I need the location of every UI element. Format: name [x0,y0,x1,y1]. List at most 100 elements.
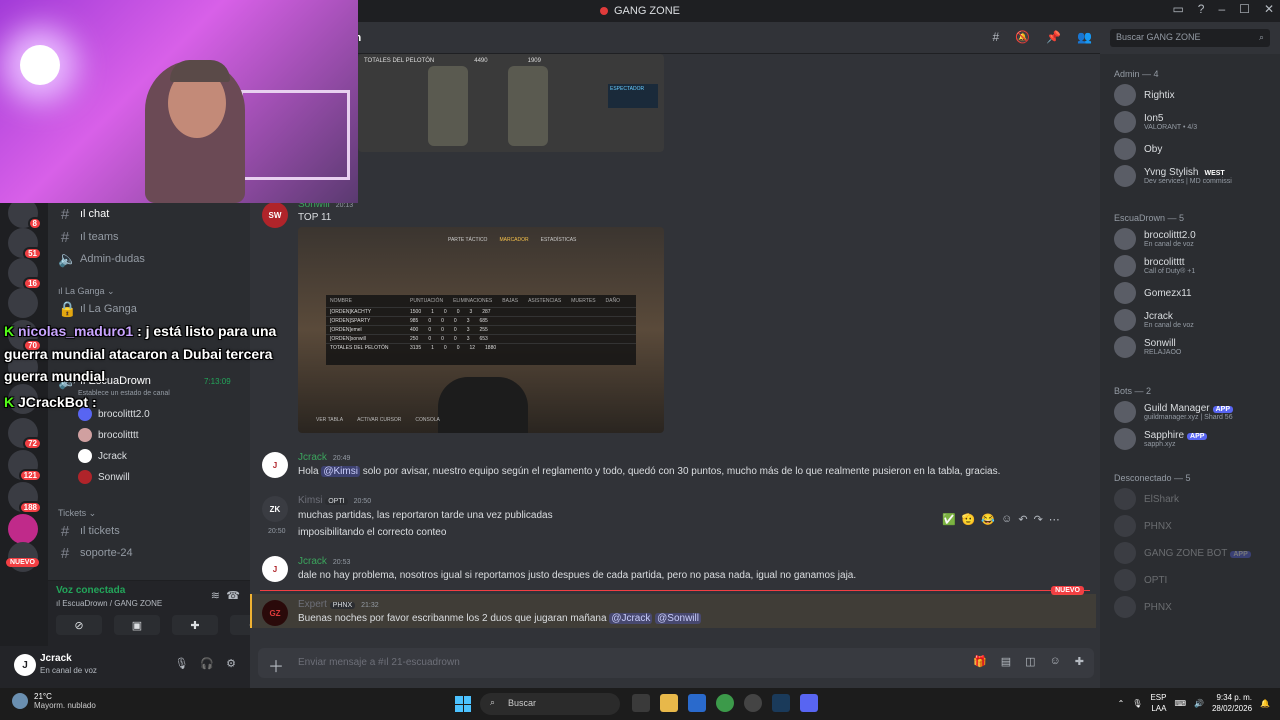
member-item[interactable]: PHNX [1114,512,1172,540]
more-icon[interactable]: ⋯ [1049,513,1060,526]
channel-tickets[interactable]: # ıl tickets [58,521,120,541]
avatar[interactable]: J [262,556,288,582]
member-item[interactable]: Guild Manager APP guildmanager.xyz | Shard… [1114,398,1233,426]
avatar[interactable]: GZ [262,600,288,626]
member-item[interactable]: Ion5 VALORANT • 4/3 [1114,108,1197,136]
message-author[interactable]: Kimsi OPTI 20:50 [298,495,371,506]
member-item[interactable]: brocolittt2.0 En canal de voz [1114,225,1196,253]
network-icon[interactable]: ⌨ [1174,699,1186,708]
gift-icon[interactable]: 🎁 [973,655,987,668]
server-icon[interactable]: 16 [8,258,42,290]
server-icon[interactable]: 72 [8,418,42,450]
member-item[interactable]: brocolitttt Call of Duty® +1 [1114,252,1195,280]
steam-icon[interactable] [772,694,790,712]
category-la-ganga[interactable]: ıl La Ganga ⌄ [58,286,115,297]
activities-button[interactable]: ✚ [172,615,218,635]
avatar[interactable]: SW [262,202,288,228]
category-tickets[interactable]: Tickets ⌄ [58,508,96,519]
channel-la-ganga[interactable]: 🔒 ıl La Ganga [58,299,137,319]
forward-icon[interactable]: ↷ [1034,513,1043,526]
start-button[interactable] [455,696,471,712]
voice-user[interactable]: Jcrack [78,447,127,465]
disconnect-icon[interactable]: ☎ [226,589,240,602]
member-item[interactable]: GANG ZONE BOT APP [1114,539,1251,567]
headphones-icon[interactable]: 🎧 [200,657,214,670]
sticker-icon[interactable]: ◫ [1025,655,1035,668]
member-item[interactable]: Rightix [1114,81,1175,109]
member-item[interactable]: Oby [1114,135,1162,163]
task-view-icon[interactable] [632,694,650,712]
user-mention[interactable]: @Sonwill [655,613,701,624]
gear-icon[interactable]: ⚙ [226,657,236,670]
channel-admin-dudas[interactable]: 🔈 Admin-dudas [58,249,145,269]
message-author[interactable]: Jcrack 20:49 [298,452,350,463]
add-reaction-icon[interactable]: ☺ [1001,513,1012,525]
help-icon[interactable]: ? [1198,2,1205,16]
voice-user[interactable]: Sonwill [78,468,130,486]
pin-icon[interactable]: 📌 [1046,30,1061,44]
message-author[interactable]: Jcrack 20:53 [298,556,350,567]
gif-icon[interactable]: ▤ [1001,655,1011,668]
chevron-up-icon[interactable]: ⌃ [1118,699,1125,708]
noise-suppression-icon[interactable]: ≋ [211,589,220,602]
inbox-icon[interactable]: ▭ [1172,2,1183,16]
user-name[interactable]: Jcrack [40,653,72,664]
message-input[interactable]: ＋ Enviar mensaje a #ıl 21-escuadrown 🎁 ▤… [258,648,1094,678]
member-item[interactable]: OPTI [1114,566,1167,594]
attached-image[interactable]: TOTALES DEL PELOTÓN 4490 1909 ESPECTADOR [358,54,664,152]
plus-icon[interactable]: ＋ [268,653,284,677]
members-icon[interactable]: 👥 [1077,30,1092,44]
volume-icon[interactable]: 🔊 [1194,699,1204,708]
server-icon[interactable]: 188 [8,482,42,514]
voice-user[interactable]: brocolitttt [78,426,139,444]
member-item[interactable]: Jcrack En canal de voz [1114,306,1194,334]
avatar[interactable]: J [262,452,288,478]
reply-icon[interactable]: ↶ [1018,513,1027,526]
member-item[interactable]: Gomezx11 [1114,279,1192,307]
attached-image[interactable]: PARTE TÁCTICO MARCADOR ESTADÍSTICAS NOMB… [298,227,664,433]
channel-teams[interactable]: # ıl teams [58,227,119,247]
minimize-button[interactable]: – [1218,2,1225,16]
maximize-button[interactable]: ☐ [1239,2,1250,16]
user-mention[interactable]: @Kimsi [321,466,360,477]
message-author[interactable]: Expert PHNX 21:32 [298,599,379,610]
member-item[interactable]: Sonwill RELAJAOO [1114,333,1181,361]
obs-icon[interactable] [744,694,762,712]
notifications-icon[interactable]: 🔔 [1260,699,1270,708]
search-input[interactable]: Buscar GANG ZONE ⌕ [1110,29,1270,47]
microphone-icon[interactable]: 🎙 [1132,699,1142,708]
avatar[interactable]: ZK [262,496,288,522]
clock[interactable]: 9:34 p. m. 28/02/2026 [1212,692,1252,714]
close-button[interactable]: ✕ [1264,2,1274,16]
taskbar-search[interactable]: ⌕ Buscar [480,693,620,715]
discord-icon[interactable] [800,694,818,712]
apps-icon[interactable]: ✚ [1075,655,1084,668]
outlook-icon[interactable] [688,694,706,712]
member-item[interactable]: PHNX [1114,593,1172,621]
file-explorer-icon[interactable] [660,694,678,712]
server-icon[interactable] [8,542,38,572]
weather-widget[interactable]: 21°C Mayorm. nublado [12,692,96,710]
microphone-icon[interactable]: 🎙 [174,657,188,670]
channel-soporte[interactable]: # soporte-24 [58,543,133,563]
check-icon[interactable]: ✅ [942,513,956,526]
member-item[interactable]: Yvng Stylish WEST Dev services | MD commis… [1114,162,1232,190]
chrome-icon[interactable] [716,694,734,712]
screen-share-button[interactable]: ▣ [114,615,160,635]
voice-location[interactable]: ıl EscuaDrown / GANG ZONE [56,599,162,608]
member-item[interactable]: ElShark [1114,485,1179,513]
user-mention[interactable]: @Jcrack [609,613,653,624]
server-icon[interactable] [8,514,38,544]
server-icon[interactable] [8,288,38,318]
mute-icon[interactable]: 🔕 [1015,30,1030,44]
server-icon[interactable]: 51 [8,228,42,260]
emoji-icon[interactable]: 🫡 [962,513,976,526]
laugh-icon[interactable]: 😂 [981,513,995,526]
channel-chat[interactable]: # ıl chat [58,204,110,224]
camera-off-button[interactable]: ⊘ [56,615,102,635]
threads-icon[interactable]: # [992,30,999,44]
voice-status[interactable]: Voz conectada [56,585,125,596]
language-indicator[interactable]: ESP LAA [1150,692,1166,714]
member-item[interactable]: Sapphire APP sapph.xyz [1114,425,1208,453]
avatar[interactable]: J [14,654,36,676]
